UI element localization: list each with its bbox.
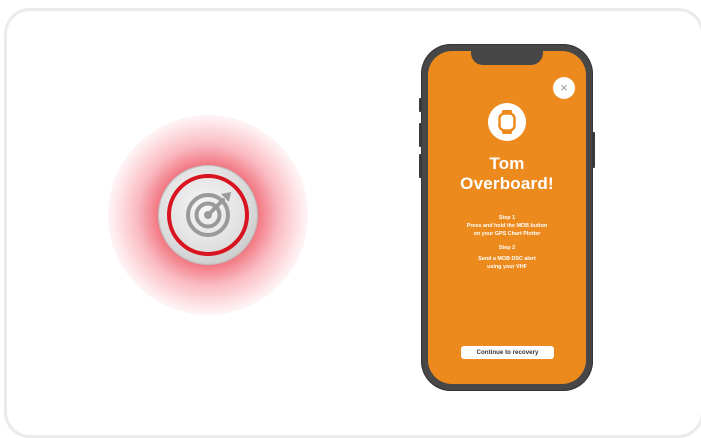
step1-line1: Press and hold the MOB button	[466, 223, 548, 229]
continue-to-recovery-button[interactable]: Continue to recovery	[461, 346, 554, 359]
close-button[interactable]: ×	[553, 77, 575, 99]
smartwatch-badge	[488, 103, 526, 141]
step1-line2: on your GPS Chart Plotter	[473, 231, 541, 237]
mob-beacon-button[interactable]	[158, 165, 258, 265]
beacon-ring	[167, 174, 249, 256]
phone-screen: × Tom Overboard! Step 1 Press and hold t…	[428, 51, 586, 384]
step2-heading: Step 2	[498, 245, 516, 251]
phone-silent-switch	[419, 98, 422, 112]
phone-mockup: × Tom Overboard! Step 1 Press and hold t…	[419, 44, 595, 391]
phone-notch	[471, 51, 543, 65]
phone-volume-down	[419, 154, 422, 178]
step1-heading: Step 1	[498, 215, 516, 221]
radar-icon	[186, 192, 231, 237]
step2-line1: Send a MOB DSC alert	[478, 256, 536, 262]
phone-volume-up	[419, 123, 422, 147]
alert-title-line1: Tom	[489, 154, 525, 173]
smartwatch-icon	[498, 110, 516, 134]
step2-line2: using your VHF	[487, 264, 527, 270]
alert-title-line2: Overboard!	[460, 174, 554, 193]
phone-power-button	[592, 132, 595, 168]
close-icon: ×	[560, 80, 568, 95]
